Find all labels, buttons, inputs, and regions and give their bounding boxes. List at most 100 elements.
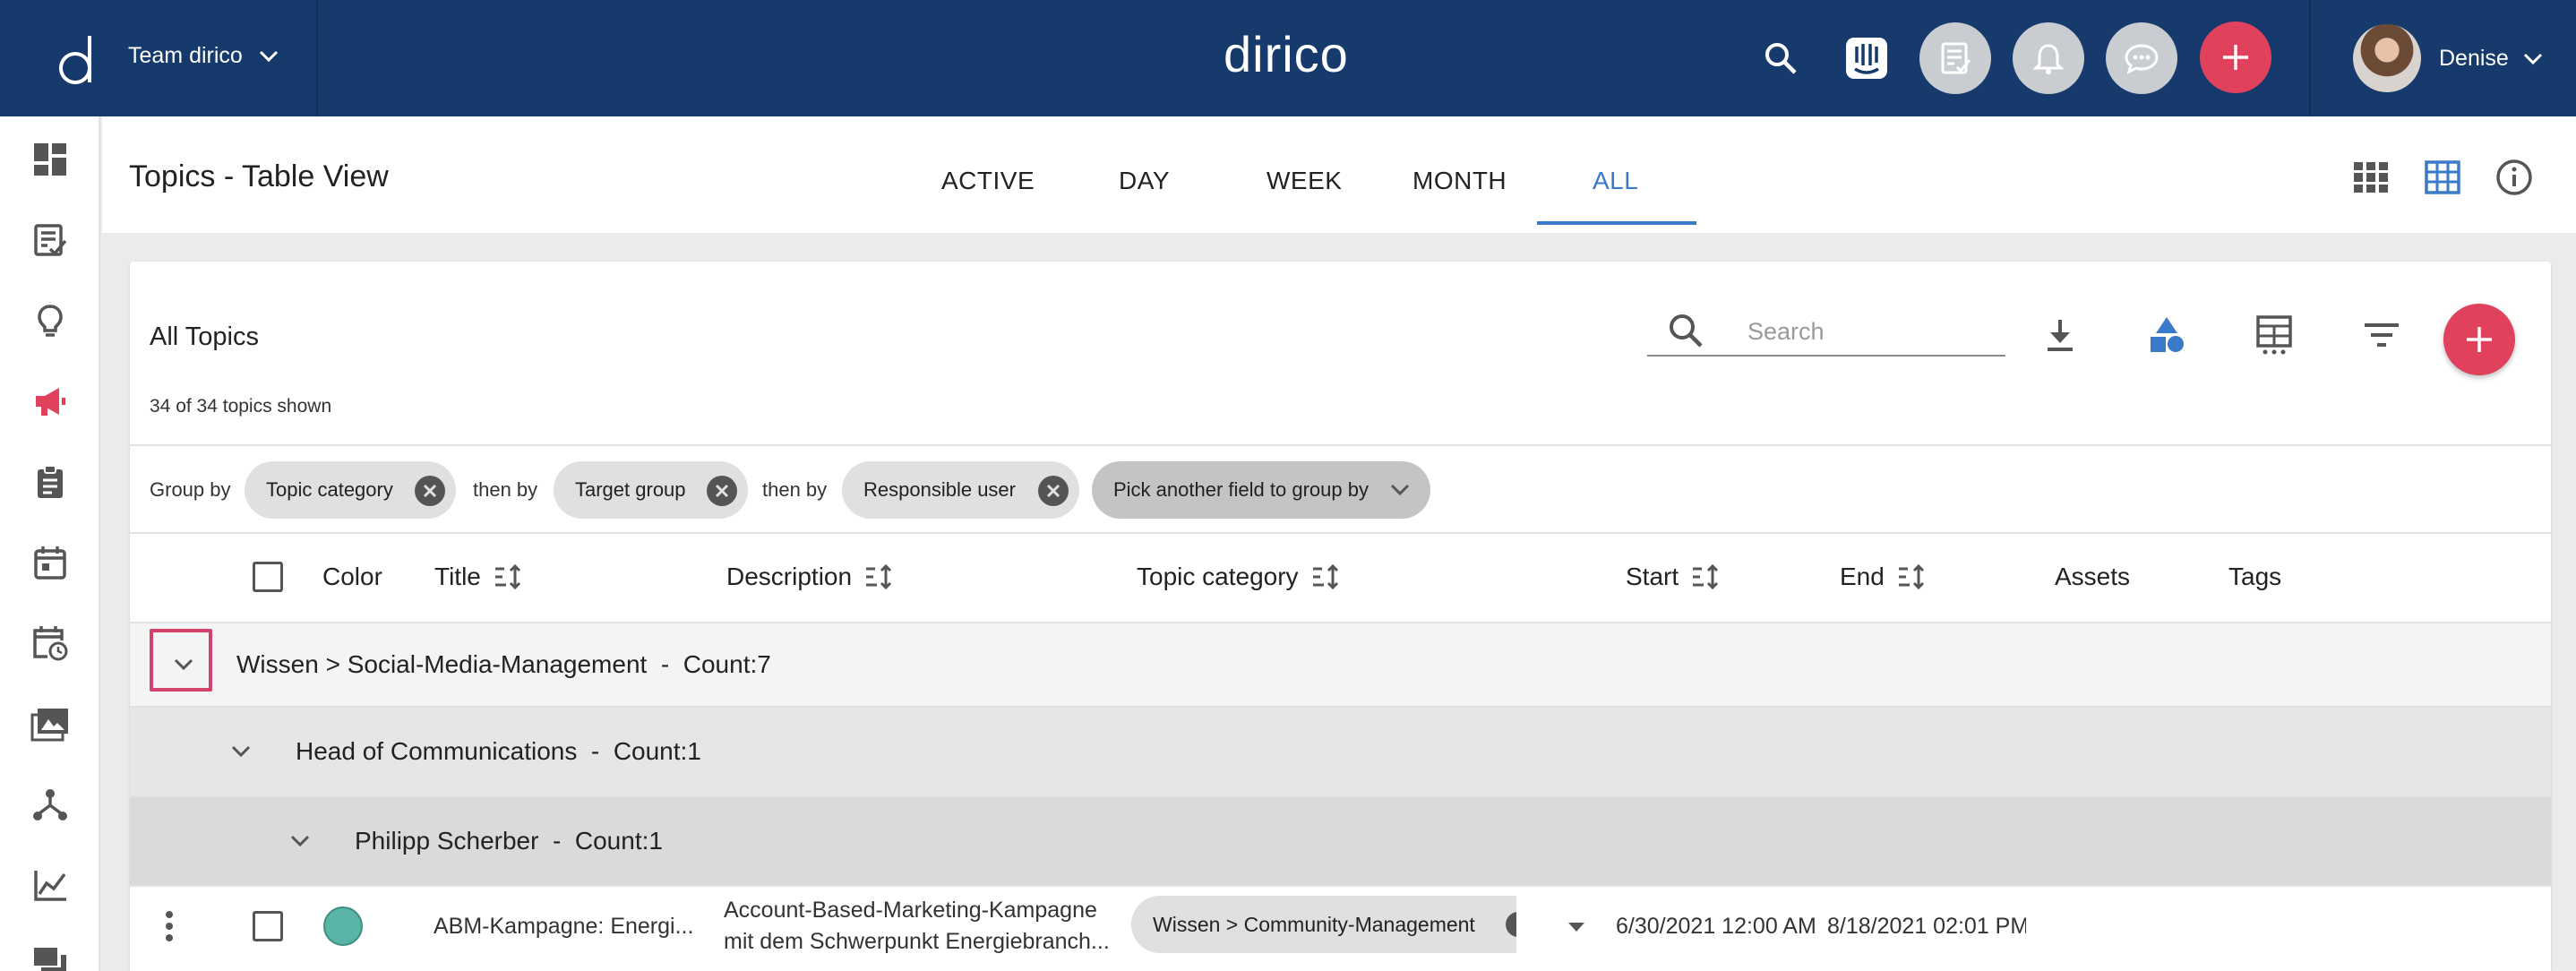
team-switcher[interactable]: Team dirico [0,0,318,116]
topic-title[interactable]: ABM-Kampagne: Energi... [434,914,693,940]
then-by-label: then by [762,478,828,501]
table-settings-icon [2256,315,2292,355]
sidebar-item-assets[interactable] [29,702,72,745]
search-field[interactable] [1647,306,2005,357]
group-chip-topic-category[interactable]: Topic category [245,461,456,519]
avatar[interactable] [2353,24,2421,92]
tab-week[interactable]: WEEK [1267,167,1342,195]
clipboard-icon [38,465,63,498]
create-button[interactable] [2200,21,2271,93]
table-icon [2425,160,2460,194]
sort-icon[interactable] [864,563,893,590]
bell-icon [2032,44,2065,74]
chevron-down-icon [2523,54,2542,65]
sort-icon[interactable] [494,563,522,590]
column-settings-button[interactable] [2253,314,2296,357]
download-icon [2048,320,2073,351]
search-button[interactable] [1759,37,1802,80]
sidebar-item-calendar[interactable] [29,541,72,584]
sidebar-item-clipboard[interactable] [29,460,72,503]
select-all-checkbox[interactable] [253,562,283,592]
column-header-topic-category[interactable]: Topic category [1137,563,1340,591]
tab-all[interactable]: ALL [1593,167,1638,195]
topic-color-swatch[interactable] [323,907,363,946]
sidebar-item-analytics[interactable] [29,864,72,907]
group-chip-responsible-user[interactable]: Responsible user [842,461,1079,519]
chip-label: Target group [575,478,686,501]
download-button[interactable] [2039,314,2082,357]
tasks-button[interactable] [1919,22,1991,94]
column-header-start[interactable]: Start [1626,563,1720,591]
sidebar-item-messages[interactable] [29,941,72,971]
sidebar-item-schedule[interactable] [29,622,72,665]
group-chip-target-group[interactable]: Target group [554,461,748,519]
divider [130,532,2551,534]
megaphone-icon [36,388,65,416]
remove-chip-icon[interactable] [1506,912,1516,937]
chat-button[interactable] [2106,22,2177,94]
search-input[interactable] [1747,314,1998,349]
arrow-drop-down-icon[interactable] [1567,921,1586,933]
group-by-label: Group by [150,478,231,501]
sort-icon[interactable] [1311,563,1340,590]
remove-chip-icon[interactable] [415,476,445,506]
chip-label: Wissen > Community-Management [1153,912,1475,936]
column-header-assets: Assets [2055,563,2131,590]
remove-chip-icon[interactable] [1038,476,1069,506]
remove-chip-icon[interactable] [707,476,737,506]
info-button[interactable] [2494,158,2534,197]
page-header: Topics - Table View ACTIVE DAY WEEK MONT… [102,116,2576,233]
search-icon [1670,314,1703,348]
tab-month[interactable]: MONTH [1413,167,1507,195]
more-vert-icon[interactable] [164,910,175,942]
divider [130,444,2551,446]
focus-outline [150,629,212,692]
checklist-icon [1941,42,1971,74]
sidebar [0,116,100,971]
group-row[interactable]: Wissen > Social-Media-Management - Count… [130,623,2551,706]
chevron-down-icon[interactable] [223,734,259,769]
column-header-title[interactable]: Title [434,563,522,591]
tab-day[interactable]: DAY [1119,167,1170,195]
chip-label: Pick another field to group by [1113,478,1369,501]
notifications-button[interactable] [2013,22,2084,94]
topic-end-date: 8/18/2021 02:01 PM [1827,914,2026,939]
calendar-clock-icon [33,626,68,661]
user-menu[interactable]: Denise [2439,46,2544,72]
info-icon [2496,159,2532,195]
sidebar-item-workflow[interactable] [29,783,72,826]
grid-view-button[interactable] [2351,158,2391,197]
top-navigation-bar: Team dirico dirico Denise [0,0,2576,116]
sort-icon[interactable] [1691,563,1720,590]
team-name[interactable]: Team dirico [128,43,279,69]
topic-description-line2: mit dem Schwerpunkt Energiebranch... [724,929,1109,954]
intercom-button[interactable] [1843,35,1890,82]
group-label: Head of Communications - Count:1 [296,737,701,765]
chat-bubble-icon [2125,44,2159,74]
column-header-color: Color [322,563,382,590]
sidebar-item-campaigns[interactable] [29,380,72,423]
row-checkbox[interactable] [253,911,283,941]
sort-icon[interactable] [1897,563,1926,590]
column-header-tags: Tags [2228,563,2282,590]
chevron-down-icon[interactable] [282,823,318,859]
sidebar-item-ideas[interactable] [29,299,72,342]
tab-active[interactable]: ACTIVE [941,167,1035,195]
sidebar-item-dashboard[interactable] [29,138,72,181]
group-row[interactable]: Head of Communications - Count:1 [130,708,2551,795]
topics-count: 34 of 34 topics shown [150,396,332,417]
group-row[interactable]: Philipp Scherber - Count:1 [130,797,2551,885]
table-view-button[interactable] [2423,158,2462,197]
hierarchy-icon [33,789,67,821]
column-header-end[interactable]: End [1840,563,1926,591]
color-filter-button[interactable] [2145,314,2188,357]
add-topic-button[interactable] [2443,304,2515,375]
pick-group-field-dropdown[interactable]: Pick another field to group by [1092,461,1430,519]
grid-icon [2354,162,2388,193]
filter-button[interactable] [2360,314,2403,357]
topic-category-chip[interactable]: Wissen > Community-Management [1131,896,1516,953]
search-icon [1765,43,1797,74]
filter-icon [2365,323,2399,347]
column-header-description[interactable]: Description [726,563,893,591]
sidebar-item-tasks[interactable] [29,219,72,262]
